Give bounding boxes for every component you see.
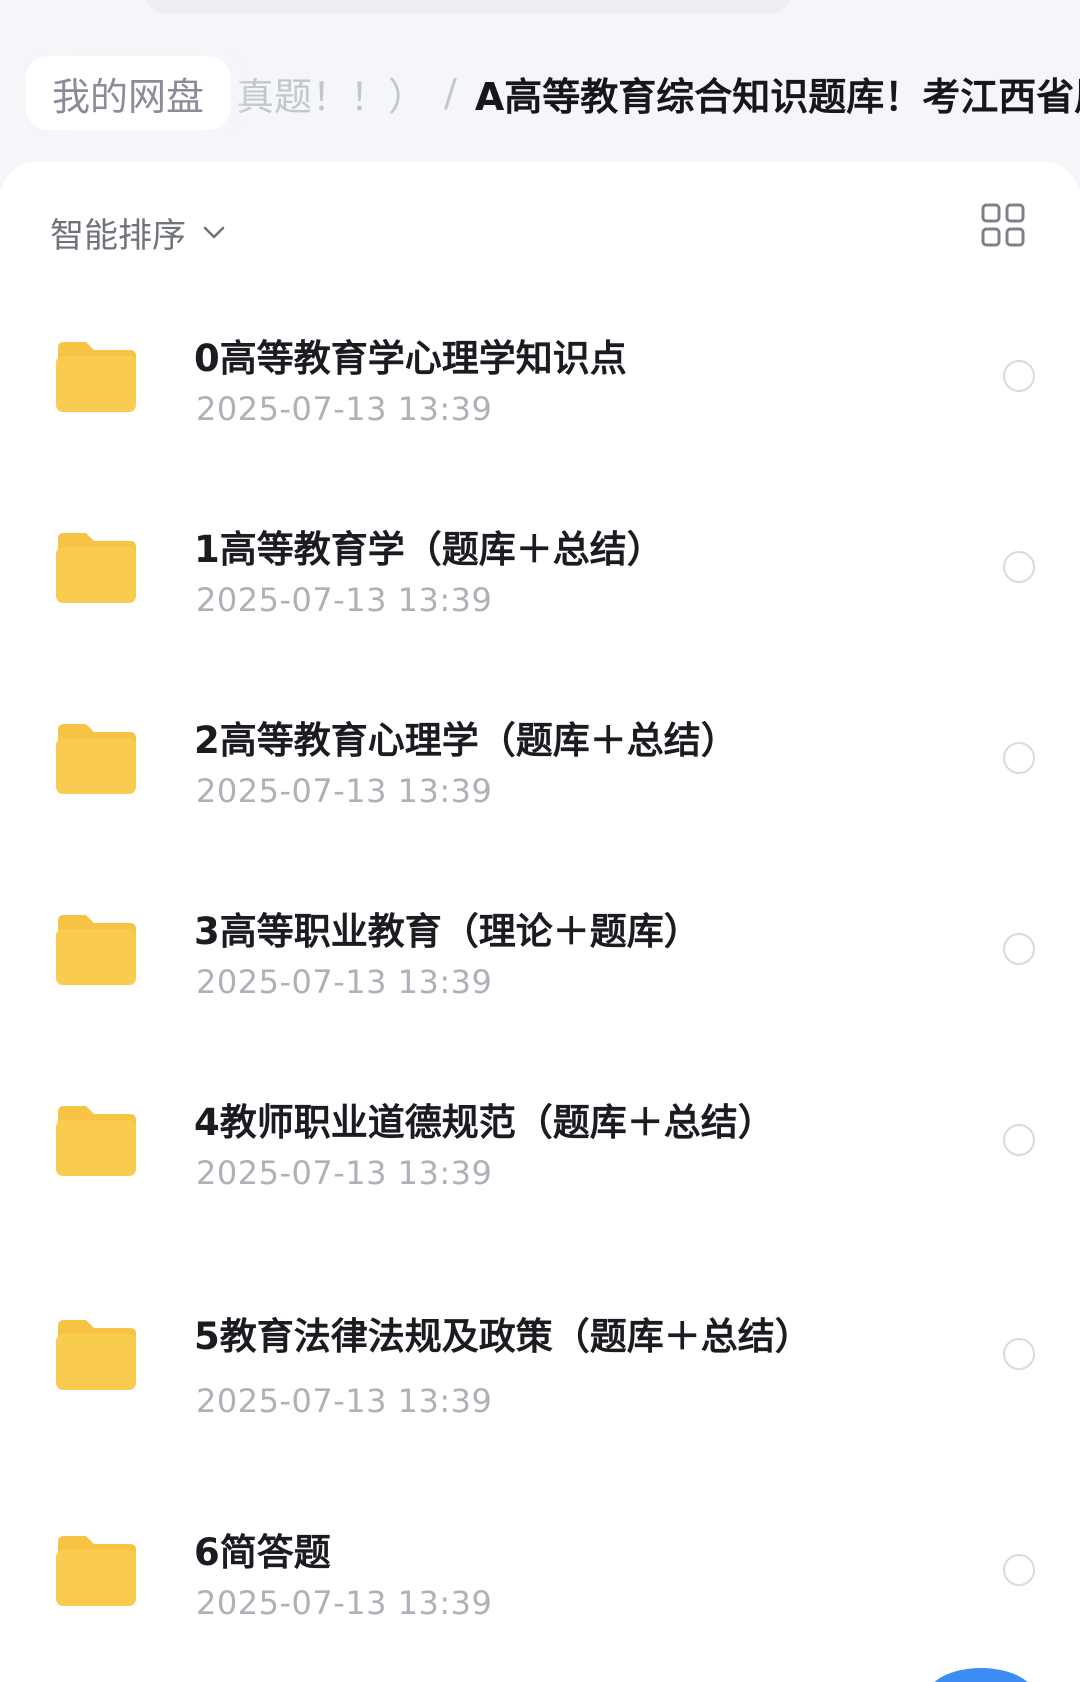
list-item[interactable]: 6简答题 2025-07-13 13:39 [0,1498,1080,1648]
file-date: 2025-07-13 13:39 [196,390,493,428]
list-item[interactable]: 1高等教育学（题库＋总结） 2025-07-13 13:39 [0,495,1080,645]
list-item[interactable]: 0高等教育学心理学知识点 2025-07-13 13:39 [0,304,1080,454]
grid-view-icon[interactable] [980,202,1026,248]
file-browser-page: 我的网盘 真题！！） / A高等教育综合知识题库！考江西省属 智能排序 0高等教… [0,0,1080,1682]
list-item[interactable]: 2高等教育心理学（题库＋总结） 2025-07-13 13:39 [0,686,1080,836]
select-radio[interactable] [1003,1554,1035,1586]
file-name: 0高等教育学心理学知识点 [194,337,627,380]
folder-icon [56,1536,136,1606]
select-radio[interactable] [1003,551,1035,583]
file-date: 2025-07-13 13:39 [196,963,493,1001]
breadcrumb-separator: / [444,71,457,115]
select-radio[interactable] [1003,1124,1035,1156]
file-date: 2025-07-13 13:39 [196,1382,493,1420]
search-bar[interactable] [142,0,794,14]
file-date: 2025-07-13 13:39 [196,1154,493,1192]
file-date: 2025-07-13 13:39 [196,772,493,810]
breadcrumb-home[interactable]: 我的网盘 [26,56,231,130]
file-name: 4教师职业道德规范（题库＋总结） [194,1101,775,1144]
folder-icon [56,915,136,985]
file-date: 2025-07-13 13:39 [196,581,493,619]
file-name: 5教育法律法规及政策（题库＋总结） [194,1315,812,1358]
list-item[interactable]: 4教师职业道德规范（题库＋总结） 2025-07-13 13:39 [0,1068,1080,1218]
file-name: 6简答题 [194,1531,331,1574]
sort-label: 智能排序 [50,215,186,256]
folder-icon [56,533,136,603]
file-list-card: 智能排序 0高等教育学心理学知识点 2025-07-13 13:39 1高等教育… [0,162,1080,1682]
folder-icon [56,1320,136,1390]
folder-icon [56,342,136,412]
breadcrumb-previous[interactable]: 真题！！） [236,66,426,121]
select-radio[interactable] [1003,933,1035,965]
file-name: 3高等职业教育（理论＋题库） [194,910,701,953]
breadcrumb-current: A高等教育综合知识题库！考江西省属 [474,74,1080,119]
select-radio[interactable] [1003,360,1035,392]
sort-dropdown[interactable]: 智能排序 [50,204,228,260]
file-date: 2025-07-13 13:39 [196,1584,493,1622]
breadcrumb-trail: 真题！！） / A高等教育综合知识题库！考江西省属 [236,56,1080,130]
chevron-down-icon [203,226,225,239]
breadcrumb: 我的网盘 真题！！） / A高等教育综合知识题库！考江西省属 [0,52,1080,136]
folder-icon [56,1106,136,1176]
file-name: 1高等教育学（题库＋总结） [194,528,664,571]
list-item[interactable]: 3高等职业教育（理论＋题库） 2025-07-13 13:39 [0,877,1080,1027]
folder-icon [56,724,136,794]
file-name: 2高等教育心理学（题库＋总结） [194,719,738,762]
select-radio[interactable] [1003,742,1035,774]
select-radio[interactable] [1003,1338,1035,1370]
list-item[interactable]: 5教育法律法规及政策（题库＋总结） 2025-07-13 13:39 [0,1282,1080,1432]
